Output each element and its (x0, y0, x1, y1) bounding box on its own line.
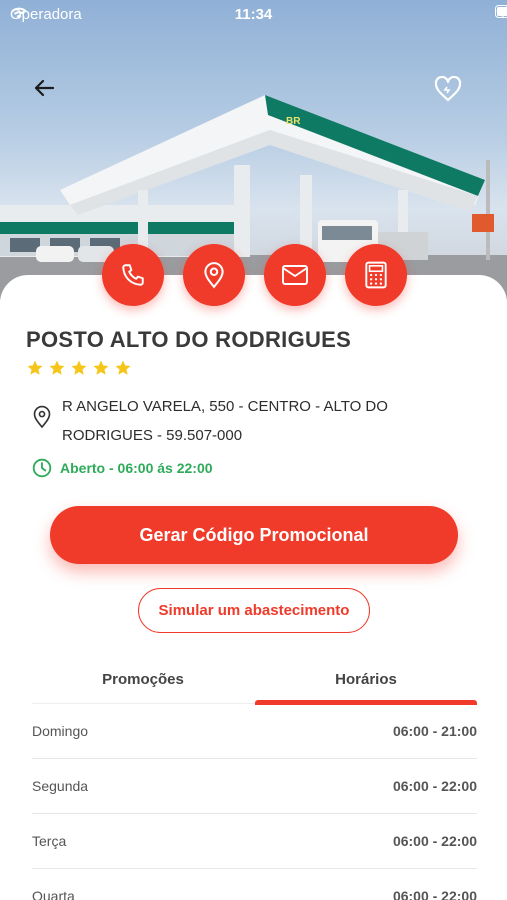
status-bar: Operadora 11:34 (0, 0, 507, 28)
call-button[interactable] (102, 244, 164, 306)
map-button[interactable] (183, 244, 245, 306)
star-icon (71, 360, 87, 375)
star-icon (49, 360, 65, 375)
favorite-button[interactable] (434, 76, 474, 116)
phone-icon (122, 264, 144, 286)
email-button[interactable] (264, 244, 326, 306)
star-icon (115, 360, 131, 375)
day-label: Domingo (32, 723, 89, 739)
quick-actions (0, 244, 507, 308)
schedule-row: Domingo 06:00 - 21:00 (32, 704, 477, 759)
open-status: Aberto - 06:00 ás 22:00 (32, 458, 213, 478)
star-icon (93, 360, 109, 375)
battery-icon (495, 5, 507, 18)
location-pin-icon (33, 405, 51, 429)
back-arrow-icon (34, 79, 55, 97)
clock-icon (32, 458, 52, 478)
hours-value: 06:00 - 22:00 (392, 888, 477, 900)
day-label: Terça (32, 833, 67, 849)
hours-value: 06:00 - 21:00 (392, 723, 477, 739)
day-label: Segunda (32, 778, 89, 794)
mail-icon (282, 265, 308, 285)
calculator-icon (365, 261, 387, 289)
schedule-row: Terça 06:00 - 22:00 (32, 814, 477, 869)
calculator-button[interactable] (345, 244, 407, 306)
schedule-row: Segunda 06:00 - 22:00 (32, 759, 477, 814)
clock-time: 11:34 (234, 6, 273, 23)
schedule-list: Domingo 06:00 - 21:00 Segunda 06:00 - 22… (32, 704, 477, 900)
canopy-sign: BR (286, 116, 301, 127)
rating-stars (26, 359, 132, 377)
day-label: Quarta (32, 888, 75, 900)
tab-promocoes[interactable]: Promoções (32, 664, 254, 704)
tab-bar: Promoções Horários (32, 664, 477, 705)
address-block: R ANGELO VARELA, 550 - CENTRO - ALTO DO … (32, 392, 482, 450)
hours-value: 06:00 - 22:00 (392, 778, 477, 794)
generate-promo-code-button[interactable]: Gerar Código Promocional (50, 506, 458, 564)
hours-value: 06:00 - 22:00 (392, 833, 477, 849)
open-hours-text: Aberto - 06:00 ás 22:00 (60, 460, 213, 476)
address-text: R ANGELO VARELA, 550 - CENTRO - ALTO DO … (62, 398, 388, 444)
station-name: POSTO ALTO DO RODRIGUES (26, 327, 352, 352)
simulate-refuel-button[interactable]: Simular um abastecimento (138, 588, 370, 633)
tab-horarios[interactable]: Horários (255, 664, 477, 704)
heart-icon (434, 76, 462, 102)
location-pin-icon (204, 262, 224, 289)
back-button[interactable] (32, 76, 72, 116)
star-icon (27, 360, 43, 375)
schedule-row: Quarta 06:00 - 22:00 (32, 869, 477, 900)
